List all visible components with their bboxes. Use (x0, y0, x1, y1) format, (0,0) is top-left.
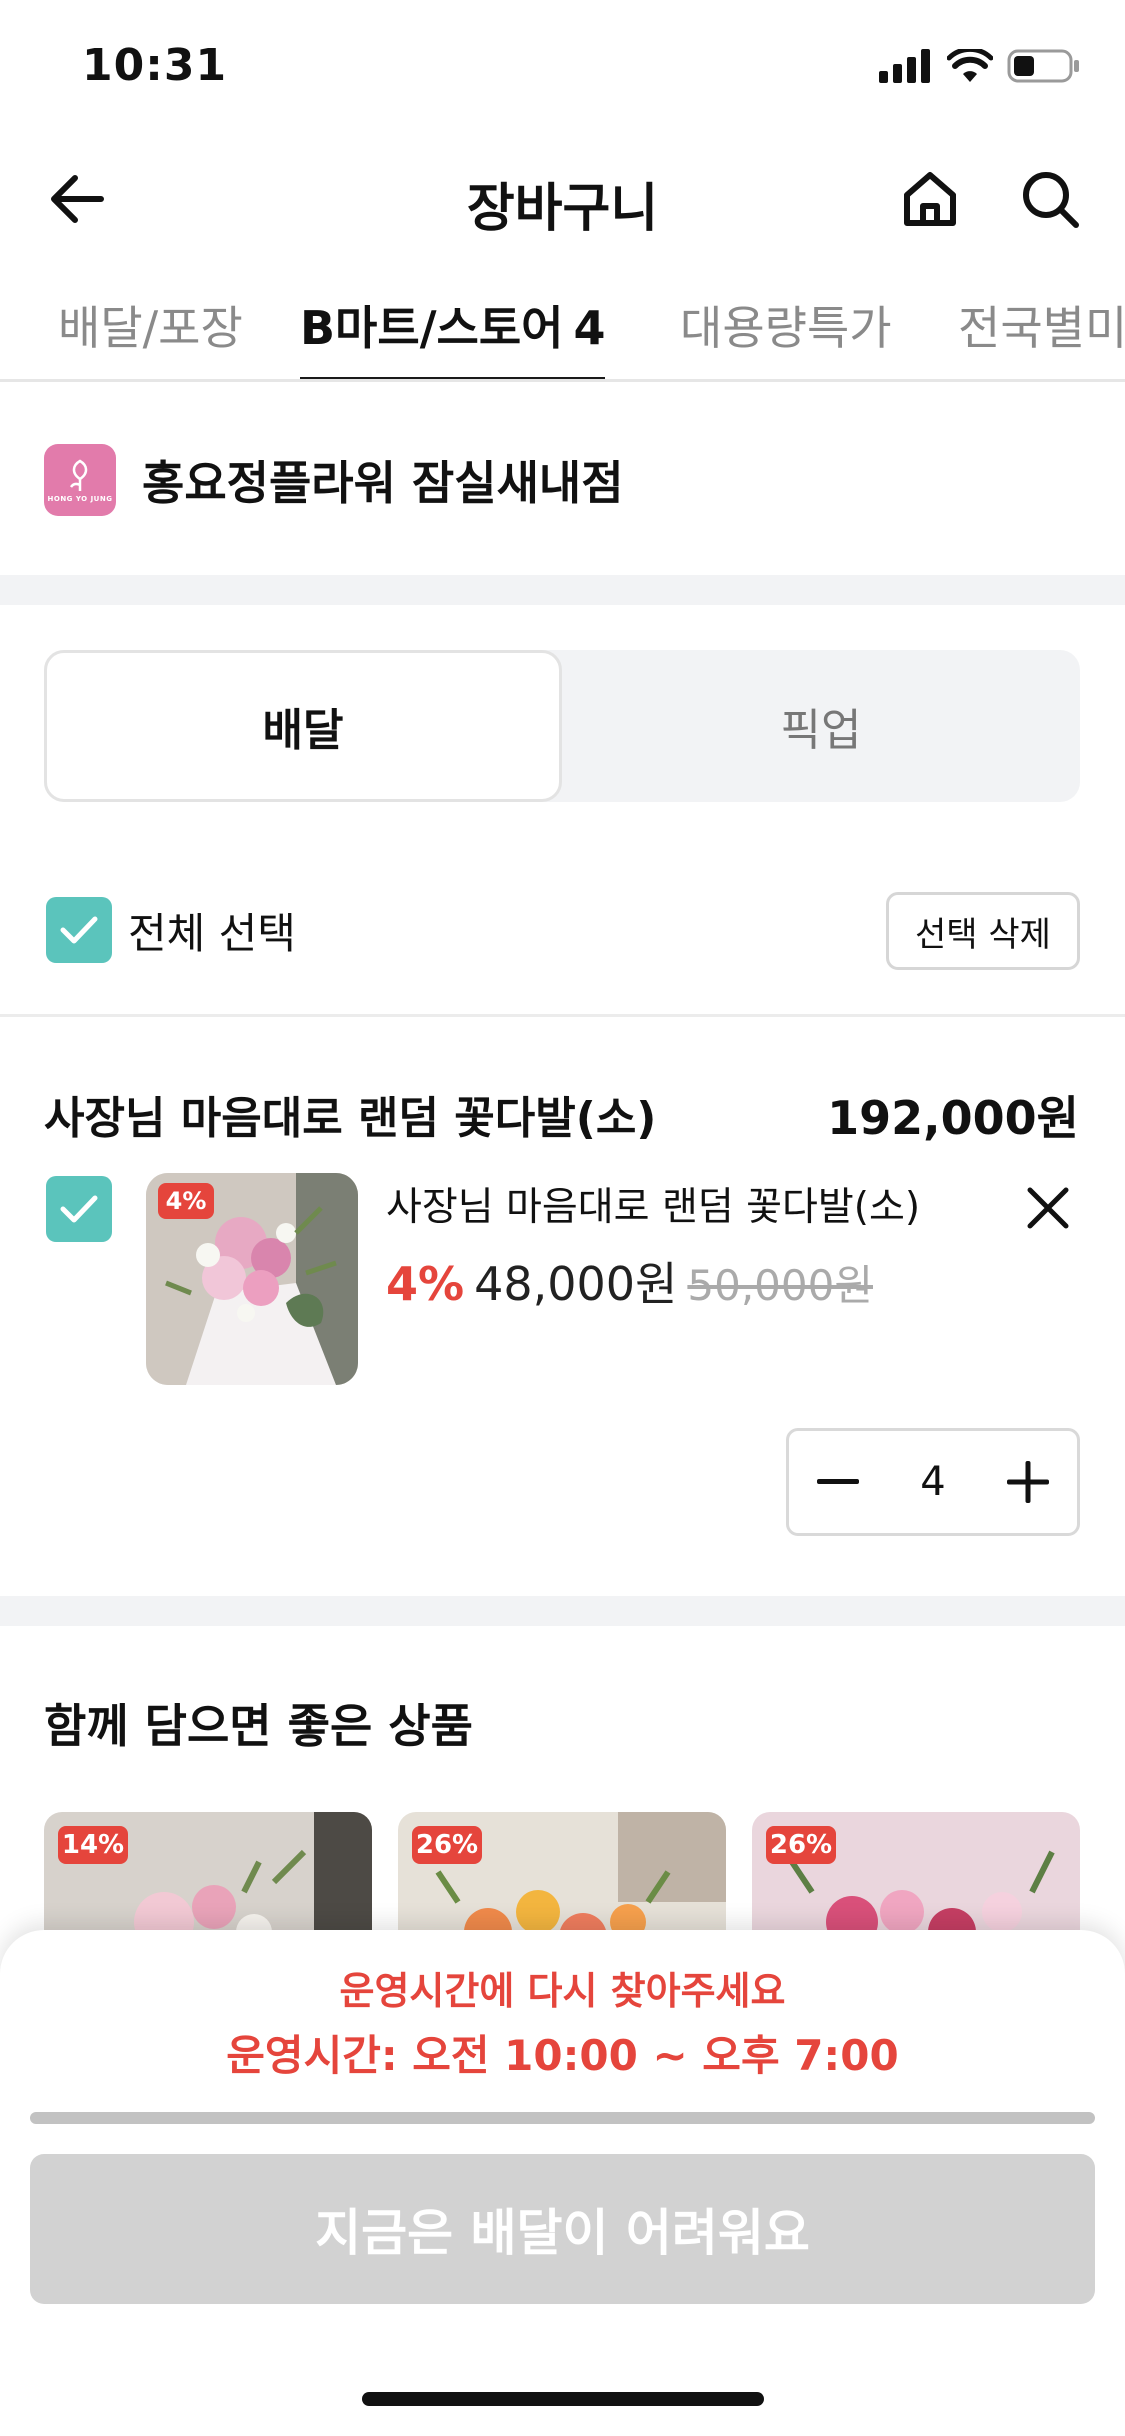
item-checkbox[interactable] (46, 1176, 112, 1242)
discount-badge: 26% (766, 1826, 836, 1864)
tab-label: 대용량특가 (680, 301, 892, 355)
store-row[interactable]: HONG YO JUNG 홍요정플라워 잠실새내점 (0, 385, 1125, 575)
status-bar: 10:31 (0, 0, 1125, 130)
increase-quantity-button[interactable] (979, 1431, 1077, 1533)
quantity-value: 4 (920, 1459, 946, 1505)
tab-label: 전국별미 (958, 301, 1125, 355)
recommendations-title: 함께 담으면 좋은 상품 (44, 1699, 473, 1753)
store-name: 홍요정플라워 잠실새내점 (142, 456, 624, 510)
search-icon (1023, 172, 1079, 228)
wifi-icon (947, 49, 993, 82)
order-bottom-sheet: 운영시간에 다시 찾아주세요 운영시간: 오전 10:00 ~ 오후 7:00 … (0, 1930, 1125, 2436)
store-logo-text: HONG YO JUNG (47, 495, 113, 503)
check-icon (60, 1195, 98, 1223)
home-icon (904, 172, 956, 226)
tab-label: 배달/포장 (58, 301, 243, 355)
select-all-label: 전체 선택 (128, 909, 296, 958)
product-group-total: 192,000원 (827, 1091, 1079, 1145)
delete-selected-button[interactable]: 선택 삭제 (886, 892, 1080, 970)
tab-regional-specialties[interactable]: 전국별미 (958, 270, 1125, 379)
item-original-price: 50,000원 (687, 1261, 873, 1310)
tab-count: 4 (573, 301, 606, 355)
section-gap (0, 575, 1125, 605)
home-button[interactable] (895, 164, 965, 234)
section-gap (0, 1596, 1125, 1626)
discount-badge: 14% (58, 1826, 128, 1864)
check-icon (60, 916, 98, 944)
divider (0, 1014, 1125, 1017)
discount-badge: 26% (412, 1826, 482, 1864)
delivery-option[interactable]: 배달 (44, 650, 562, 802)
minus-icon (817, 1479, 859, 1484)
tab-bmart-store[interactable]: B마트/스토어 4 (300, 270, 606, 379)
operating-hours: 운영시간: 오전 10:00 ~ 오후 7:00 (226, 2031, 899, 2080)
home-indicator (362, 2392, 764, 2406)
app-header: 장바구니 (0, 130, 1125, 270)
delivery-mode-toggle: 배달 픽업 (44, 650, 1080, 802)
remove-item-button[interactable] (1020, 1180, 1076, 1236)
category-tabs: 배달/포장 B마트/스토어 4 대용량특가 전국별미 (0, 270, 1125, 382)
tab-bulk-deals[interactable]: 대용량특가 (680, 270, 892, 379)
order-button-disabled[interactable]: 지금은 배달이 어려워요 (30, 2154, 1095, 2304)
close-icon (1027, 1187, 1069, 1229)
tab-label: B마트/스토어 (300, 301, 564, 355)
status-time: 10:31 (82, 40, 228, 91)
discount-badge: 4% (158, 1183, 214, 1219)
search-button[interactable] (1015, 164, 1085, 234)
item-sale-price: 48,000원 (474, 1257, 678, 1311)
product-thumbnail[interactable]: 4% (146, 1173, 358, 1385)
quantity-stepper: 4 (786, 1428, 1080, 1536)
item-price-line: 4% 48,000원 50,000원 (386, 1248, 873, 1314)
select-all-checkbox[interactable] (46, 897, 112, 963)
sheet-divider-bar (30, 2112, 1095, 2124)
item-discount-rate: 4% (386, 1257, 465, 1311)
product-group-title: 사장님 마음대로 랜덤 꽃다발(소) (44, 1093, 657, 1144)
store-logo: HONG YO JUNG (44, 444, 116, 516)
status-icons (879, 48, 1081, 84)
flower-logo-icon (69, 459, 88, 491)
decrease-quantity-button[interactable] (789, 1431, 887, 1533)
plus-icon (1007, 1461, 1049, 1503)
battery-icon (1007, 49, 1079, 83)
select-all-row: 전체 선택 선택 삭제 (0, 880, 1125, 980)
pickup-option[interactable]: 픽업 (562, 650, 1080, 802)
item-name: 사장님 마음대로 랜덤 꽃다발(소) (386, 1185, 921, 1230)
cellular-signal-icon (879, 49, 930, 83)
tab-delivery-pickup[interactable]: 배달/포장 (58, 270, 243, 379)
store-closed-message: 운영시간에 다시 찾아주세요 (339, 1969, 786, 2013)
